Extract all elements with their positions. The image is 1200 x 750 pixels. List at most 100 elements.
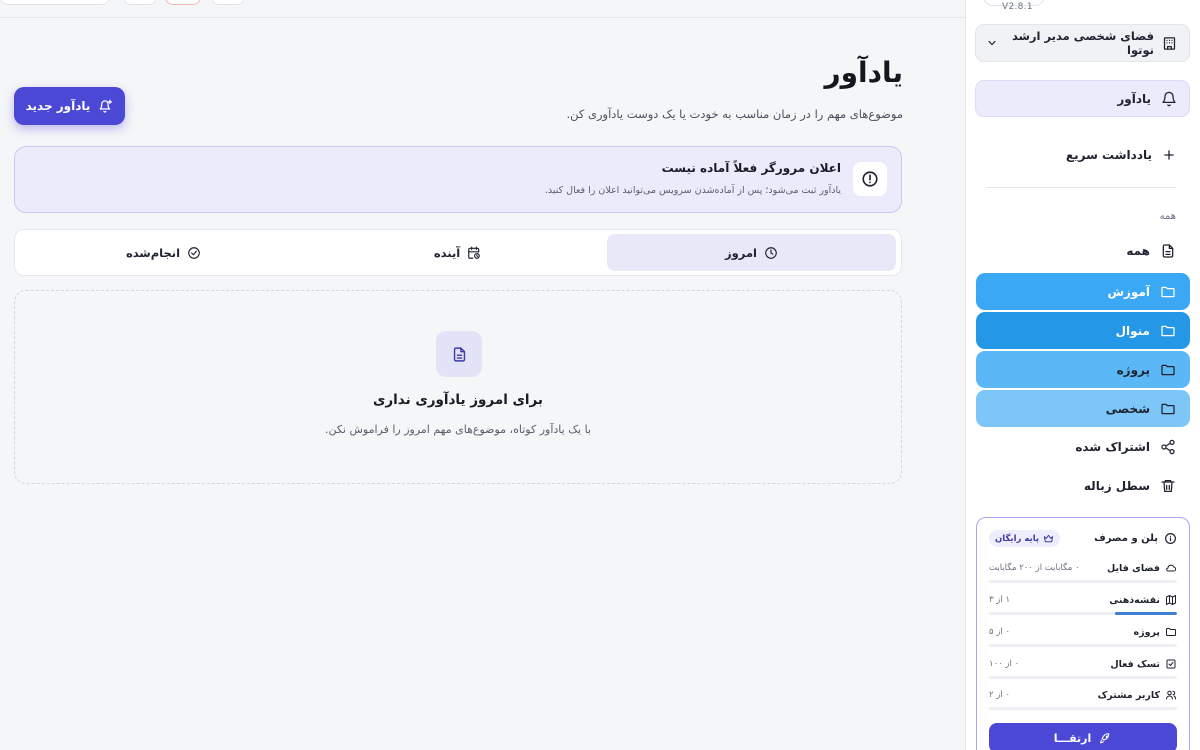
usage-row-active-task: تسک فعال ۰ از ۱۰۰ (989, 657, 1177, 685)
sidebar-item-reminder[interactable]: یادآور (975, 80, 1190, 117)
divider (986, 187, 1176, 188)
plus-icon (1162, 148, 1176, 162)
folder-icon (1165, 626, 1177, 638)
alert-circle-icon (861, 170, 879, 188)
sidebar: V2.8.1 فضای شخصی مدیر ارشد نوتوا یادآور … (965, 0, 1200, 750)
tab-today[interactable]: امروز (607, 234, 896, 271)
calendar-clock-icon (460, 246, 481, 260)
top-button[interactable] (123, 0, 157, 5)
sidebar-item-label: پروژه (1116, 362, 1150, 377)
page-title: یادآور (824, 56, 903, 89)
sidebar-item-all[interactable]: همه (976, 232, 1190, 269)
sidebar-item-label: منوال (1115, 323, 1150, 338)
trash-icon (1160, 478, 1176, 494)
folder-icon (1160, 323, 1176, 339)
check-circle-icon (180, 246, 201, 260)
plan-badge-label: پایه رایگان (995, 533, 1040, 544)
plan-badge: پایه رایگان (989, 530, 1061, 547)
document-icon (1160, 243, 1176, 259)
plan-usage-card: پلن و مصرف پایه رایگان فضای فایل ۰ مگابا… (976, 517, 1190, 750)
share-icon (1160, 439, 1176, 455)
usage-bar (989, 580, 1177, 583)
sidebar-item-label: آموزش (1107, 284, 1150, 299)
checkbox-icon (1165, 658, 1177, 670)
plan-title: پلن و مصرف (1094, 533, 1158, 544)
bell-plus-icon (90, 99, 113, 114)
sidebar-item-label: شخصی (1105, 401, 1150, 416)
info-icon (1164, 532, 1177, 545)
document-icon (451, 346, 468, 363)
browser-notification-notice: اعلان مرورگر فعلاً آماده نیست یادآور ثبت… (14, 146, 902, 213)
tab-upcoming[interactable]: آینده (313, 234, 602, 271)
top-button-danger[interactable] (165, 0, 201, 5)
sidebar-item-label: اشتراک شده (1075, 439, 1150, 454)
usage-value: ۱ از ۳ (989, 595, 1011, 605)
tab-label: انجام‌شده (125, 245, 181, 260)
top-bar (0, 0, 965, 18)
notice-title: اعلان مرورگر فعلاً آماده نیست (661, 161, 841, 175)
sidebar-item-project[interactable]: پروژه (976, 351, 1190, 388)
usage-row-project: پروژه ۰ از ۵ (989, 625, 1177, 653)
top-button[interactable] (211, 0, 245, 5)
usage-bar (989, 644, 1177, 647)
sidebar-item-label: یادآور (1117, 91, 1151, 106)
users-icon (1165, 689, 1177, 701)
usage-bar (989, 676, 1177, 679)
folder-icon (1160, 362, 1176, 378)
tab-label: امروز (725, 245, 757, 260)
building-icon (1162, 36, 1177, 51)
empty-title: برای امروز یادآوری نداری (373, 392, 543, 408)
reminder-tabs: امروز آینده انجام‌شده (14, 229, 902, 276)
upgrade-label: ارتقـــا (1053, 731, 1092, 745)
sidebar-item-label: سطل زباله (1083, 478, 1150, 493)
folder-icon (1160, 284, 1176, 300)
tab-done[interactable]: انجام‌شده (19, 234, 308, 271)
usage-row-file-storage: فضای فایل ۰ مگابایت از ۲۰۰ مگابایت (989, 561, 1177, 589)
top-search-pill[interactable] (0, 0, 110, 5)
usage-bar-fill (1114, 612, 1177, 615)
map-icon (1165, 594, 1177, 606)
usage-name: نقشه‌ذهنی (1109, 594, 1160, 606)
app-version: V2.8.1 (1002, 2, 1033, 12)
empty-icon-box (436, 331, 482, 377)
usage-bar (989, 707, 1177, 710)
empty-state: برای امروز یادآوری نداری با یک یادآور کو… (14, 290, 902, 484)
sidebar-item-manual[interactable]: منوال (976, 312, 1190, 349)
page-subtitle: موضوع‌های مهم را در زمان مناسب به خودت ی… (566, 107, 903, 121)
usage-row-shared-user: کاربر مشترک ۰ از ۲ (989, 688, 1177, 716)
section-title: همه (1159, 211, 1176, 222)
crown-icon (1039, 533, 1054, 544)
new-reminder-button[interactable]: یادآور جدید (14, 87, 125, 125)
empty-body: با یک یادآور کوتاه، موضوع‌های مهم امروز … (324, 423, 592, 436)
chevron-down-icon (986, 37, 998, 49)
usage-value: ۰ از ۱۰۰ (989, 659, 1020, 669)
quick-note-label: یادداشت سریع (1065, 148, 1152, 162)
quick-note-button[interactable]: یادداشت سریع (1066, 148, 1176, 162)
usage-name: پروژه (1133, 626, 1160, 638)
rocket-icon (1091, 732, 1112, 745)
usage-bar (989, 612, 1177, 615)
sidebar-item-shared[interactable]: اشتراک شده (976, 428, 1190, 465)
usage-value: ۰ از ۲ (989, 690, 1011, 700)
sidebar-item-personal[interactable]: شخصی (976, 390, 1190, 427)
usage-name: تسک فعال (1110, 658, 1160, 670)
sidebar-item-trash[interactable]: سطل زباله (976, 467, 1190, 504)
notice-body: یادآور ثبت می‌شود؛ پس از آماده‌شدن سرویس… (544, 185, 841, 196)
usage-name: کاربر مشترک (1097, 689, 1160, 701)
main-content: یادآور موضوع‌های مهم را در زمان مناسب به… (0, 18, 965, 750)
tab-label: آینده (433, 245, 461, 260)
usage-value: ۰ مگابایت از ۲۰۰ مگابایت (989, 563, 1080, 573)
folder-icon (1160, 401, 1176, 417)
bell-icon (1161, 91, 1177, 107)
usage-value: ۰ از ۵ (989, 627, 1011, 637)
workspace-label: فضای شخصی مدیر ارشد نوتوا (1011, 29, 1154, 57)
clock-icon (757, 246, 778, 260)
notice-icon-box (853, 162, 887, 196)
sidebar-item-label: همه (1126, 243, 1150, 258)
sidebar-item-education[interactable]: آموزش (976, 273, 1190, 310)
new-reminder-label: یادآور جدید (25, 99, 91, 113)
workspace-selector[interactable]: فضای شخصی مدیر ارشد نوتوا (975, 24, 1190, 62)
usage-row-mindmap: نقشه‌ذهنی ۱ از ۳ (989, 593, 1177, 621)
usage-name: فضای فایل (1107, 562, 1160, 574)
upgrade-button[interactable]: ارتقـــا (989, 723, 1177, 750)
